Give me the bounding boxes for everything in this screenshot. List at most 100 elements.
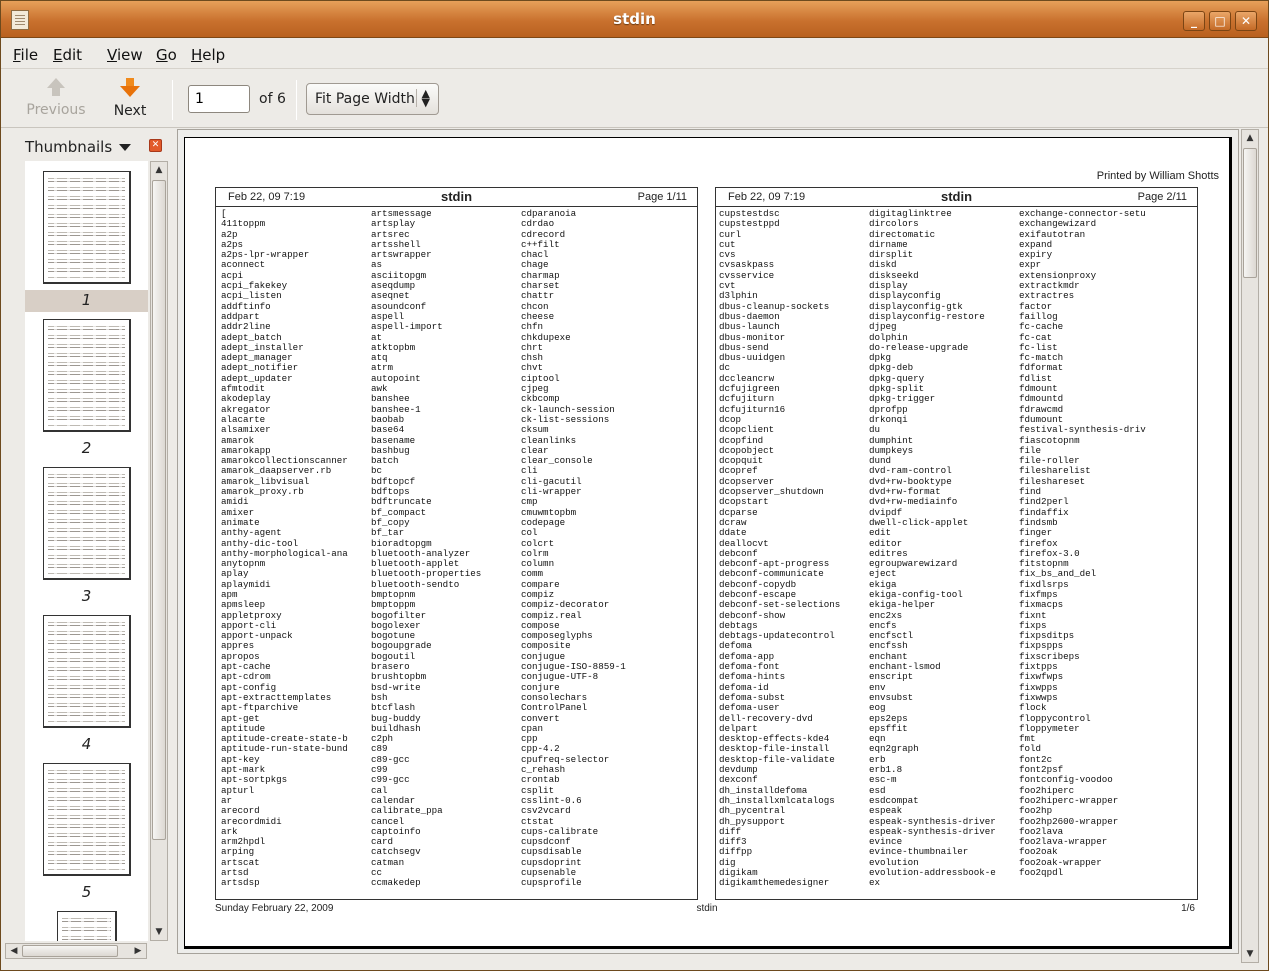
- command-name: calibrate_ppa: [371, 805, 443, 817]
- command-name: base64: [371, 424, 405, 436]
- previous-page-button[interactable]: Previous: [21, 76, 91, 124]
- command-name: artswrapper: [371, 249, 432, 261]
- command-name: floppymeter: [1019, 722, 1080, 734]
- thumbnail-label: 3: [81, 587, 92, 605]
- menu-go-mnemonic: G: [156, 46, 168, 64]
- command-name: digikamthemedesigner: [719, 877, 830, 889]
- page-header: Feb 22, 09 7:19 stdin Page 1/11: [216, 188, 697, 207]
- title-bar[interactable]: stdin _ □ ✕: [1, 1, 1268, 38]
- zoom-select[interactable]: Fit Page Width ▲ ▼: [306, 83, 439, 115]
- document-vertical-scrollbar[interactable]: ▲ ▼: [1241, 129, 1259, 963]
- scroll-left-icon[interactable]: ◀: [6, 943, 22, 959]
- thumbnail-page-4[interactable]: 4: [25, 615, 148, 756]
- command-name: espeak: [869, 805, 903, 817]
- menu-go[interactable]: Go: [156, 46, 177, 64]
- page-number-input[interactable]: [188, 85, 250, 113]
- scroll-right-icon[interactable]: ▶: [130, 943, 146, 959]
- command-name: csv2vcard: [521, 805, 571, 817]
- scrollbar-thumb[interactable]: [152, 180, 166, 840]
- name-column: cupstestdsc cupstestppd curl cut cvs cvsaskpa…: [719, 208, 840, 889]
- command-name: edit: [869, 527, 892, 539]
- command-name: eqn2graph: [869, 743, 919, 755]
- scroll-up-icon[interactable]: ▲: [151, 162, 167, 178]
- command-name: finger: [1019, 527, 1053, 539]
- header-page: Page 1/11: [637, 191, 687, 203]
- command-name: epsffit: [869, 722, 908, 734]
- maximize-button[interactable]: □: [1209, 11, 1231, 31]
- command-name: ccmakedep: [371, 877, 421, 889]
- sidebar-horizontal-scrollbar[interactable]: ◀ ▶: [5, 943, 147, 959]
- sidebar-mode-label[interactable]: Thumbnails: [25, 138, 112, 156]
- close-button[interactable]: ✕: [1235, 11, 1257, 31]
- thumbnail-page-6[interactable]: [25, 911, 148, 941]
- command-name: curl: [719, 228, 742, 240]
- printed-by: Printed by William Shotts: [1096, 170, 1219, 182]
- command-name: apturl: [221, 784, 255, 796]
- menu-bar: File Edit View Go Help: [1, 39, 1268, 69]
- menu-file-label: ile: [20, 46, 39, 64]
- header-title: stdin: [440, 189, 473, 204]
- command-name: btcflash: [371, 702, 416, 714]
- chevron-down-icon[interactable]: [119, 144, 131, 151]
- command-name: ex: [869, 877, 881, 889]
- document-view[interactable]: Printed by William Shotts Feb 22, 09 7:1…: [177, 129, 1239, 954]
- zoom-value: Fit Page Width: [315, 91, 415, 107]
- menu-help[interactable]: Help: [191, 46, 225, 64]
- name-column: artsmessage artsplay artsrec artsshell artsw…: [371, 208, 481, 889]
- command-name: flock: [1019, 702, 1047, 714]
- thumbnail-image: [42, 763, 131, 876]
- command-name: cksum: [521, 424, 549, 436]
- close-sidebar-icon[interactable]: ✕: [149, 139, 162, 152]
- name-column: [411toppm a2p a2ps a2ps-lpr-wrapper aconnect…: [221, 208, 348, 889]
- previous-label: Previous: [26, 102, 86, 118]
- scrollbar-thumb[interactable]: [1243, 148, 1257, 278]
- command-name: cut: [719, 238, 736, 250]
- footer-title: stdin: [696, 903, 718, 914]
- next-page-button[interactable]: Next: [105, 76, 155, 124]
- sidebar-vertical-scrollbar[interactable]: ▲ ▼: [150, 161, 168, 941]
- thumbnail-label: 1: [25, 290, 148, 312]
- thumbnail-list[interactable]: 1 2 3 4 5: [25, 161, 148, 941]
- scroll-down-icon[interactable]: ▼: [151, 924, 167, 940]
- command-name: cupsprofile: [521, 877, 582, 889]
- command-name: bf_tar: [371, 527, 405, 539]
- menu-edit[interactable]: Edit: [53, 46, 82, 64]
- minimize-button[interactable]: _: [1183, 11, 1205, 31]
- header-page: Page 2/11: [1137, 191, 1187, 203]
- printed-page-1: Feb 22, 09 7:19 stdin Page 1/11 [411topp…: [215, 187, 698, 900]
- menu-go-label: o: [167, 46, 177, 64]
- menu-help-mnemonic: H: [191, 46, 203, 64]
- command-name: defoma-user: [719, 702, 780, 714]
- command-name: alsamixer: [221, 424, 271, 436]
- thumbnail-page-3[interactable]: 3: [25, 467, 148, 608]
- command-name: cvsservice: [719, 269, 775, 281]
- scroll-down-icon[interactable]: ▼: [1242, 946, 1258, 962]
- command-name: foo2hp: [1019, 805, 1053, 817]
- command-name: enscript: [869, 671, 914, 683]
- window-title: stdin: [613, 10, 656, 28]
- command-name: 411toppm: [221, 218, 266, 230]
- thumbnail-label: 4: [81, 735, 92, 753]
- thumbnail-page-1[interactable]: 1: [25, 171, 148, 312]
- command-name: apt-ftparchive: [221, 702, 299, 714]
- printed-page-2: Feb 22, 09 7:19 stdin Page 2/11 cupstest…: [715, 187, 1198, 900]
- command-name: drkonqi: [869, 413, 908, 425]
- thumbnail-image: [42, 319, 131, 432]
- command-name: dcopclient: [719, 424, 775, 436]
- command-name: ControlPanel: [521, 702, 588, 714]
- command-name: batch: [371, 455, 399, 467]
- menu-view[interactable]: View: [107, 46, 143, 64]
- scroll-up-icon[interactable]: ▲: [1242, 130, 1258, 146]
- command-name: festival-synthesis-driv: [1019, 424, 1146, 436]
- thumbnail-image: [42, 171, 131, 284]
- sidebar: Thumbnails ✕ 1 2 3 4 5 ▲ ▼ ◀ ▶: [1, 129, 173, 971]
- thumbnail-page-2[interactable]: 2: [25, 319, 148, 460]
- command-name: esc-m: [869, 774, 897, 786]
- header-title: stdin: [940, 189, 973, 204]
- scrollbar-thumb[interactable]: [22, 945, 118, 957]
- menu-file[interactable]: File: [13, 46, 38, 64]
- thumbnail-page-5[interactable]: 5: [25, 763, 148, 904]
- command-name: dbus-uuidgen: [719, 352, 786, 364]
- thumbnail-label: 5: [81, 883, 92, 901]
- toolbar-separator: [172, 80, 173, 120]
